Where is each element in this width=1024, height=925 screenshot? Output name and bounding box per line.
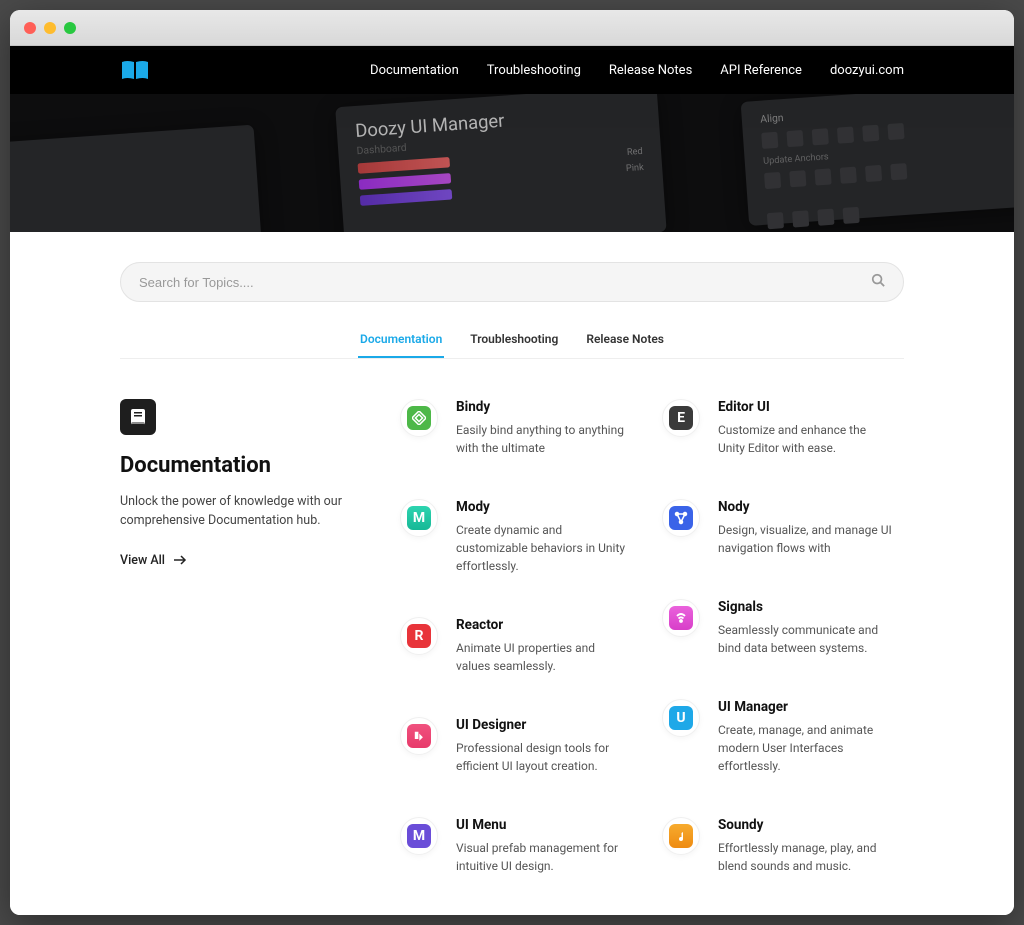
signals-icon xyxy=(669,606,693,630)
card-desc: Effortlessly manage, play, and blend sou… xyxy=(718,839,894,875)
nav-release-notes[interactable]: Release Notes xyxy=(609,63,692,78)
card-ui-menu[interactable]: M UI Menu Visual prefab management for i… xyxy=(400,817,642,875)
card-mody[interactable]: M Mody Create dynamic and customizable b… xyxy=(400,499,642,575)
card-title: Bindy xyxy=(456,399,632,415)
card-desc: Design, visualize, and manage UI navigat… xyxy=(718,521,894,557)
main-grid: Documentation Unlock the power of knowle… xyxy=(120,399,904,875)
search-input[interactable] xyxy=(139,275,871,290)
card-editor-ui[interactable]: E Editor UI Customize and enhance the Un… xyxy=(662,399,904,457)
cards-column-left: Bindy Easily bind anything to anything w… xyxy=(400,399,642,875)
search-box[interactable] xyxy=(120,262,904,302)
card-desc: Visual prefab management for intuitive U… xyxy=(456,839,632,875)
sidebar-description: Unlock the power of knowledge with our c… xyxy=(120,492,360,531)
card-desc: Create, manage, and animate modern User … xyxy=(718,721,894,775)
card-ui-designer[interactable]: UI Designer Professional design tools fo… xyxy=(400,717,642,775)
search-icon[interactable] xyxy=(871,273,885,291)
card-title: Reactor xyxy=(456,617,632,633)
card-signals[interactable]: Signals Seamlessly communicate and bind … xyxy=(662,599,904,657)
card-soundy[interactable]: Soundy Effortlessly manage, play, and bl… xyxy=(662,817,904,875)
site-header: Documentation Troubleshooting Release No… xyxy=(10,46,1014,94)
reactor-icon: R xyxy=(407,624,431,648)
card-bindy[interactable]: Bindy Easily bind anything to anything w… xyxy=(400,399,642,457)
card-title: Editor UI xyxy=(718,399,894,415)
soundy-icon xyxy=(669,824,693,848)
bindy-icon xyxy=(407,406,431,430)
ui-designer-icon xyxy=(407,724,431,748)
nav-documentation[interactable]: Documentation xyxy=(370,63,459,78)
nody-icon xyxy=(669,506,693,530)
card-title: Mody xyxy=(456,499,632,515)
card-desc: Seamlessly communicate and bind data bet… xyxy=(718,621,894,657)
card-desc: Animate UI properties and values seamles… xyxy=(456,639,632,675)
browser-window: Documentation Troubleshooting Release No… xyxy=(10,10,1014,915)
search-container xyxy=(120,232,904,322)
window-close-button[interactable] xyxy=(24,22,36,34)
book-icon xyxy=(120,59,150,81)
card-title: UI Menu xyxy=(456,817,632,833)
view-all-link[interactable]: View All xyxy=(120,553,360,568)
hero-banner: ◄ Home Databases ◆+ Quick Access Input S… xyxy=(10,94,1014,232)
card-title: Nody xyxy=(718,499,894,515)
card-title: Soundy xyxy=(718,817,894,833)
ui-menu-icon: M xyxy=(407,824,431,848)
card-title: UI Designer xyxy=(456,717,632,733)
documentation-icon xyxy=(120,399,156,435)
ui-manager-icon: U xyxy=(669,706,693,730)
nav-doozyui[interactable]: doozyui.com xyxy=(830,63,904,78)
window-maximize-button[interactable] xyxy=(64,22,76,34)
tab-troubleshooting[interactable]: Troubleshooting xyxy=(468,322,560,358)
card-desc: Easily bind anything to anything with th… xyxy=(456,421,632,457)
nav-api-reference[interactable]: API Reference xyxy=(720,63,802,78)
main-nav: Documentation Troubleshooting Release No… xyxy=(370,63,904,78)
editor-ui-icon: E xyxy=(669,406,693,430)
nav-troubleshooting[interactable]: Troubleshooting xyxy=(487,63,581,78)
card-title: UI Manager xyxy=(718,699,894,715)
tab-documentation[interactable]: Documentation xyxy=(358,322,444,358)
view-all-label: View All xyxy=(120,553,165,568)
tab-release-notes[interactable]: Release Notes xyxy=(584,322,666,358)
content-tabs: Documentation Troubleshooting Release No… xyxy=(120,322,904,359)
book-solid-icon xyxy=(128,407,148,427)
site-logo[interactable] xyxy=(120,59,150,81)
arrow-right-icon xyxy=(173,555,187,565)
sidebar-title: Documentation xyxy=(120,453,360,478)
card-desc: Customize and enhance the Unity Editor w… xyxy=(718,421,894,457)
card-title: Signals xyxy=(718,599,894,615)
card-reactor[interactable]: R Reactor Animate UI properties and valu… xyxy=(400,617,642,675)
sidebar: Documentation Unlock the power of knowle… xyxy=(120,399,380,875)
browser-titlebar xyxy=(10,10,1014,46)
mody-icon: M xyxy=(407,506,431,530)
card-nody[interactable]: Nody Design, visualize, and manage UI na… xyxy=(662,499,904,557)
window-minimize-button[interactable] xyxy=(44,22,56,34)
cards-column-right: E Editor UI Customize and enhance the Un… xyxy=(662,399,904,875)
card-desc: Create dynamic and customizable behavior… xyxy=(456,521,632,575)
content-area: Documentation Troubleshooting Release No… xyxy=(10,232,1014,915)
card-desc: Professional design tools for efficient … xyxy=(456,739,632,775)
card-ui-manager[interactable]: U UI Manager Create, manage, and animate… xyxy=(662,699,904,775)
